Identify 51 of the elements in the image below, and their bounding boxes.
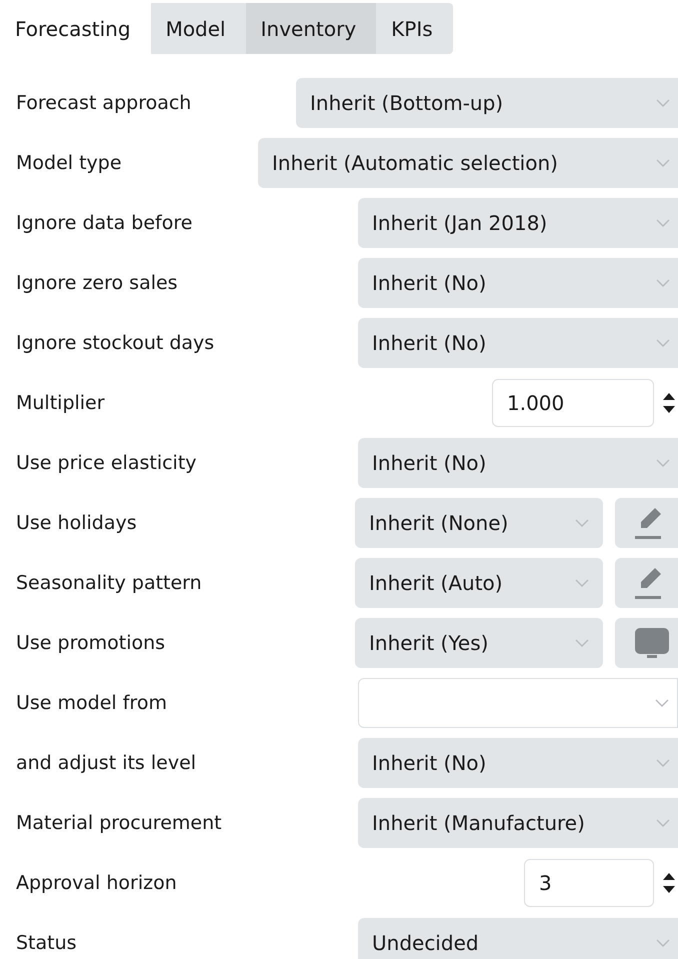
dropdown[interactable]: Inherit (No) bbox=[358, 258, 678, 308]
dropdown[interactable]: Inherit (None) bbox=[355, 498, 603, 548]
dropdown[interactable]: Inherit (No) bbox=[358, 438, 678, 488]
field-label: Use holidays bbox=[16, 512, 137, 534]
field-label: Forecast approach bbox=[16, 92, 192, 114]
chevron-down-icon bbox=[656, 338, 670, 348]
dropdown[interactable]: Inherit (Manufacture) bbox=[358, 798, 678, 848]
monitor-icon bbox=[633, 626, 671, 660]
dropdown[interactable]: Inherit (No) bbox=[358, 738, 678, 788]
chevron-down-icon bbox=[656, 278, 670, 288]
tab[interactable]: Inventory bbox=[246, 3, 376, 54]
dropdown[interactable]: Inherit (Jan 2018) bbox=[358, 198, 678, 248]
tab[interactable]: Model bbox=[150, 3, 246, 54]
chevron-down-icon bbox=[656, 758, 670, 768]
chevron-down-icon bbox=[575, 578, 589, 588]
pencil-icon bbox=[633, 506, 663, 540]
tab[interactable]: KPIs bbox=[376, 3, 453, 54]
field-label: Use model from bbox=[16, 692, 167, 714]
chevron-down-icon bbox=[655, 698, 669, 708]
number-field[interactable]: 1.000 bbox=[492, 379, 654, 427]
pencil-icon bbox=[633, 566, 663, 600]
dropdown[interactable]: Undecided bbox=[358, 918, 678, 959]
field-label: Approval horizon bbox=[16, 872, 177, 894]
chevron-down-icon bbox=[575, 518, 589, 528]
chevron-down-icon bbox=[656, 818, 670, 828]
chevron-down-icon bbox=[656, 218, 670, 228]
field-label: and adjust its level bbox=[16, 752, 196, 774]
field-label: Model type bbox=[16, 152, 122, 174]
dropdown[interactable]: Inherit (No) bbox=[358, 318, 678, 368]
field-label: Multiplier bbox=[16, 392, 105, 414]
number-field[interactable]: 3 bbox=[524, 859, 654, 907]
field-label: Material procurement bbox=[16, 812, 222, 834]
field-label: Seasonality pattern bbox=[16, 572, 202, 594]
dropdown[interactable]: Inherit (Auto) bbox=[355, 558, 603, 608]
chevron-down-icon bbox=[656, 938, 670, 948]
edit-button[interactable] bbox=[615, 558, 678, 608]
chevron-down-icon bbox=[575, 638, 589, 648]
chevron-down-icon bbox=[656, 158, 670, 168]
field-label: Use price elasticity bbox=[16, 452, 197, 474]
chevron-down-icon bbox=[656, 458, 670, 468]
display-button[interactable] bbox=[615, 618, 678, 668]
dropdown[interactable]: Inherit (Automatic selection) bbox=[258, 138, 678, 188]
edit-button[interactable] bbox=[615, 498, 678, 548]
field-label: Ignore stockout days bbox=[16, 332, 214, 354]
dropdown[interactable]: Inherit (Yes) bbox=[355, 618, 603, 668]
field-label: Ignore zero sales bbox=[16, 272, 178, 294]
field-label: Use promotions bbox=[16, 632, 166, 654]
dropdown[interactable]: Inherit (Bottom-up) bbox=[296, 78, 678, 128]
field-label: Ignore data before bbox=[16, 212, 192, 234]
chevron-down-icon bbox=[656, 98, 670, 108]
field-label: Status bbox=[16, 932, 77, 954]
